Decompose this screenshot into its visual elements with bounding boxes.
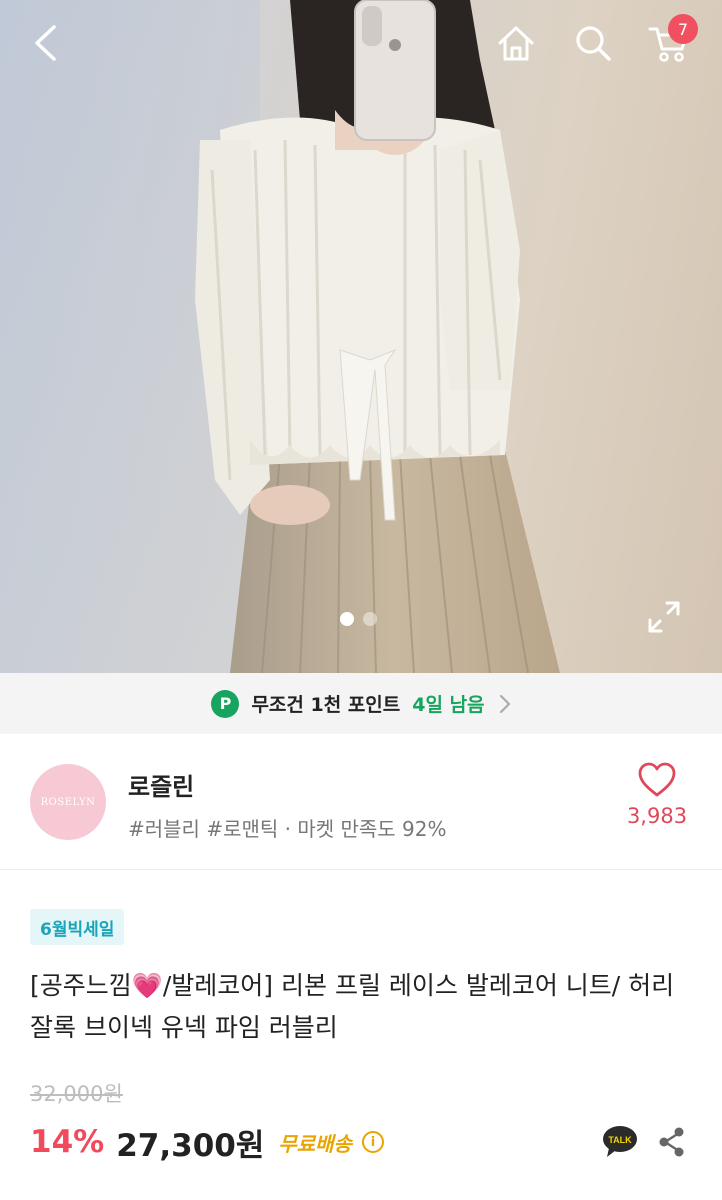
- point-p-icon: P: [211, 689, 240, 718]
- heart-icon: [638, 762, 676, 797]
- product-title: [공주느낌💗/발레코어] 리본 프릴 레이스 발레코어 니트/ 허리잘록 브이넥…: [30, 971, 675, 1042]
- like-count: 3,983: [626, 804, 688, 828]
- like-button[interactable]: 3,983: [614, 762, 700, 828]
- sale-price: 27,300원: [116, 1127, 265, 1164]
- pagination-dot-active[interactable]: [340, 612, 354, 626]
- point-banner-text: 무조건 1천 포인트: [251, 694, 401, 716]
- expand-icon: [648, 601, 680, 633]
- info-icon[interactable]: i: [361, 1131, 384, 1153]
- share-icon: [659, 1127, 684, 1157]
- gallery-pagination: [340, 612, 377, 626]
- home-button[interactable]: [491, 18, 541, 68]
- svg-text:TALK: TALK: [608, 1135, 632, 1145]
- search-button[interactable]: [568, 18, 618, 68]
- home-icon: [498, 26, 534, 61]
- price-row: 14% 27,300원 무료배송 i: [30, 1118, 384, 1166]
- store-info: ROSELYN 로즐린 #러블리 #로맨틱 · 마켓 만족도 92% 3,983: [0, 734, 722, 870]
- product-photo: [0, 0, 560, 673]
- pagination-dot[interactable]: [363, 612, 377, 626]
- store-logo[interactable]: ROSELYN: [30, 764, 106, 840]
- store-logo-text: ROSELYN: [40, 796, 96, 808]
- search-icon: [576, 26, 611, 61]
- store-tags: #러블리 #로맨틱 · 마켓 만족도 92%: [128, 817, 447, 841]
- chevron-right-icon: [499, 694, 510, 713]
- store-name[interactable]: 로즐린: [128, 767, 194, 802]
- cart-count-badge: 7: [668, 14, 698, 44]
- sale-badge: 6월빅세일: [30, 909, 125, 945]
- product-image-gallery[interactable]: 7: [0, 0, 722, 673]
- expand-image-button[interactable]: [640, 594, 688, 640]
- share-button[interactable]: [652, 1123, 692, 1161]
- point-days-left: 4일 남음: [412, 694, 485, 716]
- point-promo-banner[interactable]: P 무조건 1천 포인트 4일 남음: [0, 673, 722, 734]
- kakao-talk-share-button[interactable]: TALK: [600, 1123, 640, 1161]
- back-button[interactable]: [20, 18, 70, 68]
- discount-rate: 14%: [30, 1124, 105, 1160]
- free-shipping-label: 무료배송: [278, 1131, 352, 1156]
- back-arrow-icon: [35, 25, 56, 61]
- original-price: 32,000원: [30, 1082, 123, 1106]
- talk-icon: TALK: [603, 1126, 637, 1157]
